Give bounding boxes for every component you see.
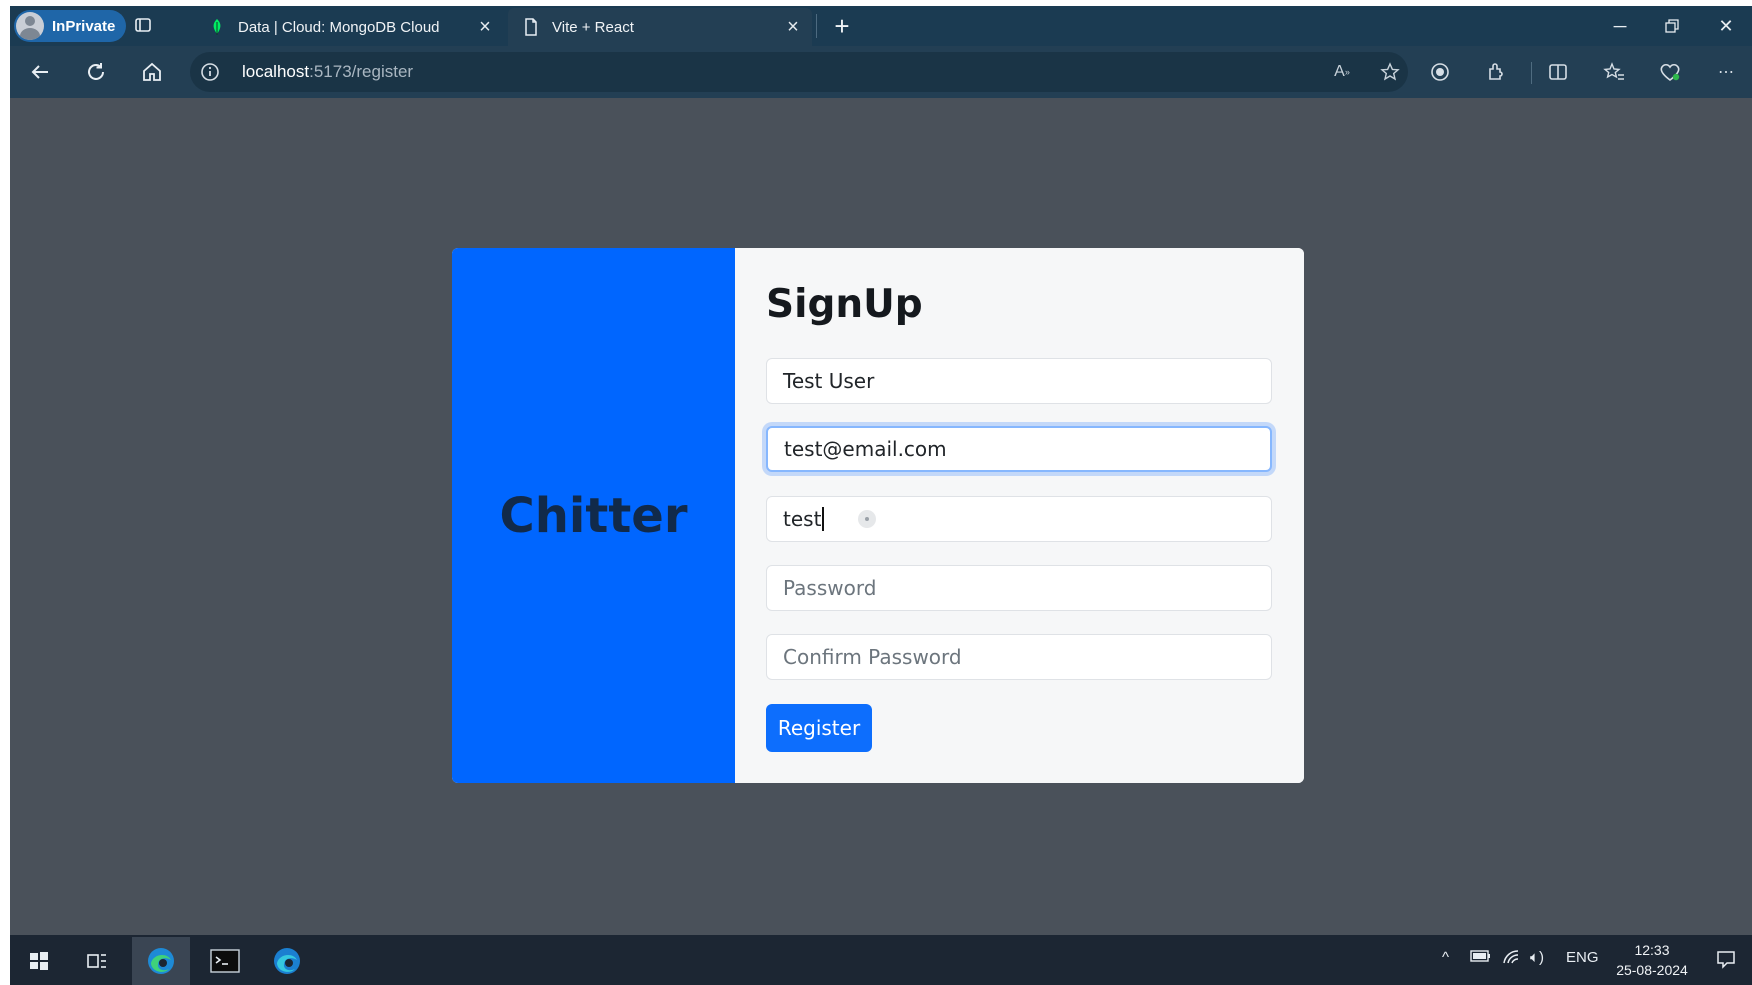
- page-viewport: Chitter SignUp Test User test@email.com …: [10, 98, 1752, 935]
- register-button[interactable]: Register: [766, 704, 872, 752]
- tab-title: Vite + React: [552, 18, 634, 36]
- tab-actions-icon[interactable]: [134, 16, 152, 34]
- toolbar-divider: [1531, 62, 1532, 84]
- terminal-icon[interactable]: [196, 937, 254, 985]
- minimize-icon[interactable]: ─: [1600, 12, 1640, 40]
- mongodb-leaf-icon: [208, 18, 226, 36]
- tab-title: Data | Cloud: MongoDB Cloud: [238, 18, 440, 36]
- brand-name: Chitter: [499, 487, 688, 544]
- restore-icon[interactable]: [1652, 12, 1692, 40]
- browser-toolbar: localhost:5173/register A» ⋯: [10, 46, 1752, 98]
- profile-avatar-icon: [16, 12, 44, 40]
- url-text: localhost:5173/register: [242, 62, 413, 82]
- extensions-icon[interactable]: [1480, 56, 1512, 88]
- inprivate-label: InPrivate: [52, 17, 116, 35]
- brand-panel: Chitter: [452, 248, 735, 783]
- back-arrow-icon[interactable]: [24, 56, 56, 88]
- windows-taskbar: ^ 🔈︎) ENG 12:33 25-08-2024: [10, 935, 1752, 985]
- email-value: test@email.com: [784, 437, 947, 461]
- read-aloud-icon[interactable]: A»: [1330, 60, 1354, 84]
- more-options-icon[interactable]: ⋯: [1710, 56, 1742, 88]
- browser-window: InPrivate Data | Cloud: MongoDB Cloud × …: [10, 6, 1752, 985]
- show-hidden-icons-chevron-icon[interactable]: ^: [1442, 949, 1449, 966]
- close-window-icon[interactable]: ✕: [1706, 12, 1746, 40]
- language-indicator[interactable]: ENG: [1566, 949, 1599, 966]
- split-screen-icon[interactable]: [1542, 56, 1574, 88]
- refresh-icon[interactable]: [80, 56, 112, 88]
- windows-start-icon[interactable]: [10, 937, 68, 985]
- url-host: localhost: [242, 62, 310, 81]
- signup-card: Chitter SignUp Test User test@email.com …: [452, 248, 1304, 783]
- battery-icon[interactable]: [1470, 949, 1492, 963]
- home-icon[interactable]: [136, 56, 168, 88]
- password-field[interactable]: Password: [766, 565, 1272, 611]
- confirm-password-field[interactable]: Confirm Password: [766, 634, 1272, 680]
- site-info-icon[interactable]: [198, 60, 222, 84]
- password-placeholder: Password: [783, 576, 877, 600]
- url-path: :5173/register: [309, 62, 414, 81]
- notifications-icon[interactable]: [1716, 949, 1736, 969]
- text-caret: [822, 507, 825, 531]
- page-icon: [522, 18, 540, 36]
- tab-mongodb[interactable]: Data | Cloud: MongoDB Cloud ×: [194, 8, 504, 46]
- confirm-password-placeholder: Confirm Password: [783, 645, 962, 669]
- clock-date: 25-08-2024: [1616, 962, 1688, 978]
- full-name-value: Test User: [783, 369, 875, 393]
- favorites-list-icon[interactable]: [1598, 56, 1630, 88]
- close-tab-icon[interactable]: ×: [472, 14, 498, 40]
- username-value: test: [783, 507, 822, 531]
- address-bar[interactable]: localhost:5173/register A»: [190, 52, 1408, 92]
- new-tab-icon[interactable]: +: [828, 11, 856, 41]
- page-title: SignUp: [766, 282, 923, 327]
- system-clock[interactable]: 12:33 25-08-2024: [1608, 940, 1696, 980]
- wifi-icon[interactable]: [1502, 949, 1522, 965]
- email-field[interactable]: test@email.com: [766, 426, 1272, 472]
- tab-vite-react[interactable]: Vite + React ×: [508, 8, 812, 46]
- inprivate-profile-button[interactable]: InPrivate: [14, 10, 126, 42]
- full-name-field[interactable]: Test User: [766, 358, 1272, 404]
- autofill-badge-icon[interactable]: [858, 510, 877, 528]
- clock-time: 12:33: [1634, 942, 1670, 958]
- tab-strip: InPrivate Data | Cloud: MongoDB Cloud × …: [10, 6, 1752, 46]
- volume-icon[interactable]: 🔈︎): [1530, 949, 1544, 966]
- tab-divider: [816, 14, 817, 38]
- edge-taskbar-icon[interactable]: [132, 937, 190, 985]
- edge-dev-taskbar-icon[interactable]: [258, 937, 316, 985]
- close-tab-icon[interactable]: ×: [780, 14, 806, 40]
- favorite-star-icon[interactable]: [1378, 60, 1402, 84]
- username-field[interactable]: test: [766, 496, 1272, 542]
- browser-essentials-heart-icon[interactable]: [1654, 56, 1686, 88]
- task-view-icon[interactable]: [68, 937, 126, 985]
- signup-form: SignUp Test User test@email.com test Pas…: [735, 248, 1304, 783]
- tracking-prevention-icon[interactable]: [1424, 56, 1456, 88]
